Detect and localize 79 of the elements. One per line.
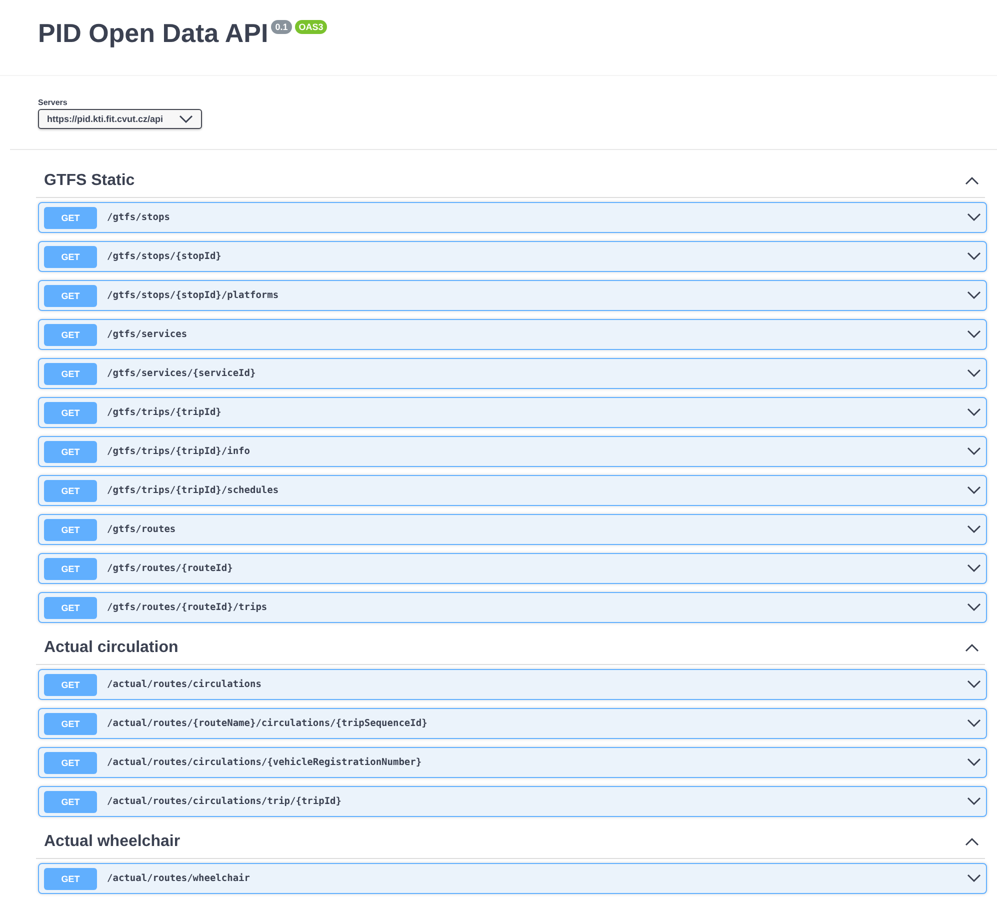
chevron-down-icon: [967, 408, 981, 417]
method-badge: GET: [44, 868, 97, 890]
chevron-up-icon: [965, 176, 979, 185]
endpoint-path: /gtfs/routes: [106, 524, 177, 535]
section-title: GTFS Static: [44, 172, 135, 190]
operation-row[interactable]: GET /actual/routes/{routeName}/circulations/{tripSequenceId}: [38, 708, 987, 739]
operation-row[interactable]: GET /actual/routes/circulations/trip/{tripId}: [38, 786, 987, 817]
endpoint-path: /gtfs/stops/{stopId}: [106, 251, 222, 262]
chevron-down-icon: [967, 874, 981, 883]
endpoint-path: /actual/routes/wheelchair: [106, 873, 251, 884]
endpoint-path: /gtfs/stops: [106, 212, 171, 223]
method-badge: GET: [44, 596, 97, 618]
operation-row[interactable]: GET /gtfs/routes/{routeId}/trips: [38, 592, 987, 623]
endpoint-path: /gtfs/routes/{routeId}/trips: [106, 602, 268, 613]
endpoint-path: /gtfs/trips/{tripId}: [106, 407, 222, 418]
servers-label: Servers: [38, 98, 68, 107]
operation-row[interactable]: GET /gtfs/routes/{routeId}: [38, 553, 987, 584]
operation-row[interactable]: GET /gtfs/stops: [38, 202, 987, 233]
operation-row[interactable]: GET /gtfs/routes: [38, 514, 987, 545]
endpoint-path: /actual/routes/circulations: [106, 679, 262, 690]
method-badge: GET: [44, 712, 97, 734]
endpoint-path: /gtfs/stops/{stopId}/platforms: [106, 290, 280, 301]
operation-row[interactable]: GET /gtfs/services: [38, 319, 987, 350]
chevron-down-icon: [967, 291, 981, 300]
chevron-down-icon: [967, 603, 981, 612]
method-badge: GET: [44, 790, 97, 812]
method-badge: GET: [44, 752, 97, 774]
operation-row[interactable]: GET /actual/routes/circulations: [38, 669, 987, 700]
method-badge: GET: [44, 402, 97, 424]
version-badge: OAS3: [294, 20, 328, 34]
chevron-down-icon: [967, 680, 981, 689]
endpoint-path: /gtfs/services/{serviceId}: [106, 368, 257, 379]
method-badge: GET: [44, 480, 97, 502]
section-header[interactable]: Actual wheelchair: [36, 825, 985, 859]
operation-row[interactable]: GET /gtfs/trips/{tripId}: [38, 397, 987, 428]
chevron-down-icon: [967, 719, 981, 728]
method-badge: GET: [44, 674, 97, 696]
operation-row[interactable]: GET /actual/routes/circulations/{vehicleRegistrationNumber}: [38, 747, 987, 778]
section-header[interactable]: Actual circulation: [36, 631, 985, 665]
page-title: PID Open Data API: [38, 18, 268, 49]
method-badge: GET: [44, 362, 97, 384]
chevron-down-icon: [967, 330, 981, 339]
server-select[interactable]: https://pid.kti.fit.cvut.cz/api: [38, 109, 202, 129]
method-badge: GET: [44, 206, 97, 228]
endpoint-path: /gtfs/trips/{tripId}/schedules: [106, 485, 280, 496]
chevron-down-icon: [967, 369, 981, 378]
chevron-up-icon: [965, 837, 979, 846]
method-badge: GET: [44, 324, 97, 346]
endpoint-path: /actual/routes/circulations/trip/{tripId}: [106, 796, 342, 807]
method-badge: GET: [44, 246, 97, 268]
chevron-down-icon: [967, 213, 981, 222]
operation-row[interactable]: GET /gtfs/services/{serviceId}: [38, 358, 987, 389]
method-badge: GET: [44, 284, 97, 306]
endpoint-path: /actual/routes/circulations/{vehicleRegistrationNumber}: [106, 757, 423, 768]
operation-row[interactable]: GET /gtfs/trips/{tripId}/info: [38, 436, 987, 467]
operation-row[interactable]: GET /actual/routes/wheelchair: [38, 863, 987, 894]
chevron-down-icon: [967, 758, 981, 767]
operation-row[interactable]: GET /gtfs/trips/{tripId}/schedules: [38, 475, 987, 506]
endpoint-path: /actual/routes/{routeName}/circulations/{tripSequenceId}: [106, 718, 428, 729]
chevron-up-icon: [965, 643, 979, 652]
caret-icon: [179, 114, 194, 124]
chevron-down-icon: [967, 525, 981, 534]
version-badge: 0.1: [271, 20, 292, 34]
chevron-down-icon: [967, 797, 981, 806]
chevron-down-icon: [967, 252, 981, 261]
endpoint-path: /gtfs/trips/{tripId}/info: [106, 446, 251, 457]
chevron-down-icon: [967, 447, 981, 456]
method-badge: GET: [44, 558, 97, 580]
method-badge: GET: [44, 518, 97, 540]
section-title: Actual wheelchair: [44, 832, 180, 850]
endpoint-path: /gtfs/routes/{routeId}: [106, 563, 234, 574]
operation-row[interactable]: GET /gtfs/stops/{stopId}: [38, 241, 987, 272]
section-title: Actual circulation: [44, 638, 178, 656]
section-header[interactable]: GTFS Static: [36, 164, 985, 198]
method-badge: GET: [44, 440, 97, 462]
endpoint-path: /gtfs/services: [106, 329, 188, 340]
chevron-down-icon: [967, 486, 981, 495]
operation-row[interactable]: GET /gtfs/stops/{stopId}/platforms: [38, 280, 987, 311]
chevron-down-icon: [967, 564, 981, 573]
